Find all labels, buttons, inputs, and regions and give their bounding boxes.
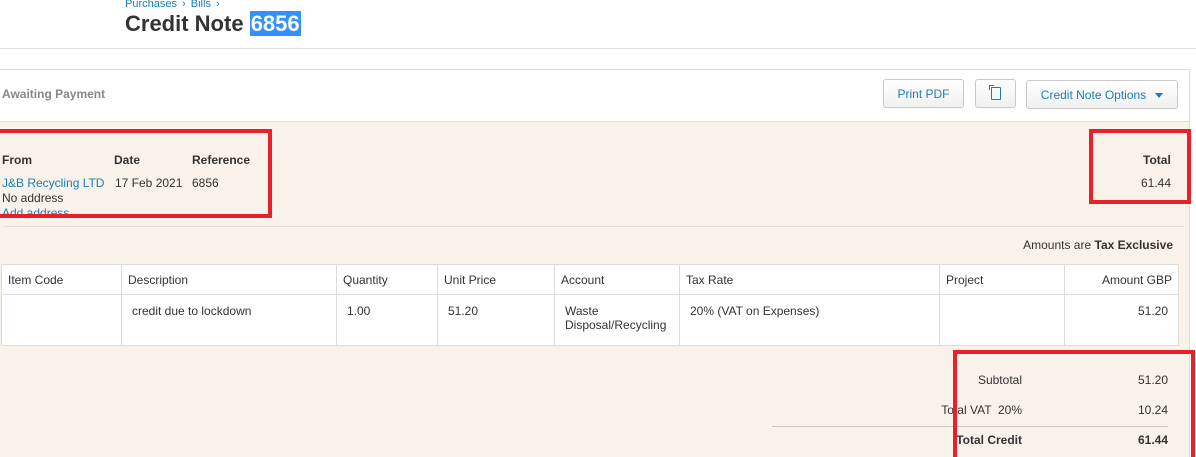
breadcrumb-bills[interactable]: Bills: [191, 0, 211, 10]
table-header-row: Item Code Description Quantity Unit Pric…: [1, 264, 1179, 295]
page-title: Credit Note 6856: [125, 11, 301, 37]
account-cell: Waste Disposal/Recycling: [554, 294, 680, 346]
credit-note-options-button[interactable]: Credit Note Options: [1026, 80, 1178, 109]
column-header: Project: [939, 264, 1065, 295]
line-items-table: Item Code Description Quantity Unit Pric…: [1, 264, 1179, 346]
tax-rate-cell: 20% (VAT on Expenses): [679, 294, 940, 346]
column-header: Unit Price: [437, 264, 555, 295]
column-header: Tax Rate: [679, 264, 940, 295]
toolbar: Awaiting Payment Print PDF Credit Note O…: [0, 70, 1189, 122]
amount-cell: 51.20: [1064, 294, 1179, 346]
quantity-cell: 1.00: [336, 294, 438, 346]
page-title-prefix: Credit Note: [125, 11, 244, 36]
project-cell: [939, 294, 1065, 346]
amounts-tax-mode: Tax Exclusive: [1094, 238, 1174, 252]
table-row[interactable]: credit due to lockdown 1.00 51.20 Waste …: [1, 294, 1179, 346]
annotation-box: [1089, 129, 1191, 204]
divider: [4, 226, 1184, 227]
column-header: Account: [554, 264, 680, 295]
amounts-note-prefix: Amounts are: [1023, 238, 1092, 252]
breadcrumb-separator: ›: [216, 0, 220, 10]
column-header: Item Code: [1, 264, 122, 295]
credit-note-options-label: Credit Note Options: [1040, 87, 1147, 102]
column-header: Description: [121, 264, 337, 295]
breadcrumb-purchases[interactable]: Purchases: [125, 0, 177, 10]
column-header: Quantity: [336, 264, 438, 295]
amounts-tax-note: Amounts are Tax Exclusive: [1023, 238, 1173, 252]
description-cell: credit due to lockdown: [121, 294, 337, 346]
column-header: Amount GBP: [1064, 264, 1179, 295]
copy-icon: [988, 85, 1001, 100]
print-pdf-button[interactable]: Print PDF: [883, 79, 964, 108]
page-title-number: 6856: [249, 11, 301, 36]
annotation-box: [953, 350, 1195, 457]
annotation-box: [0, 129, 272, 218]
item-code-cell: [1, 294, 122, 346]
unit-price-cell: 51.20: [437, 294, 555, 346]
chevron-down-icon: [1155, 93, 1164, 98]
page-header: Purchases › Bills › Credit Note 6856: [0, 0, 1196, 49]
copy-button[interactable]: [975, 79, 1016, 108]
breadcrumb: Purchases › Bills ›: [125, 0, 222, 10]
breadcrumb-separator: ›: [182, 0, 186, 10]
status-label: Awaiting Payment: [2, 87, 106, 101]
